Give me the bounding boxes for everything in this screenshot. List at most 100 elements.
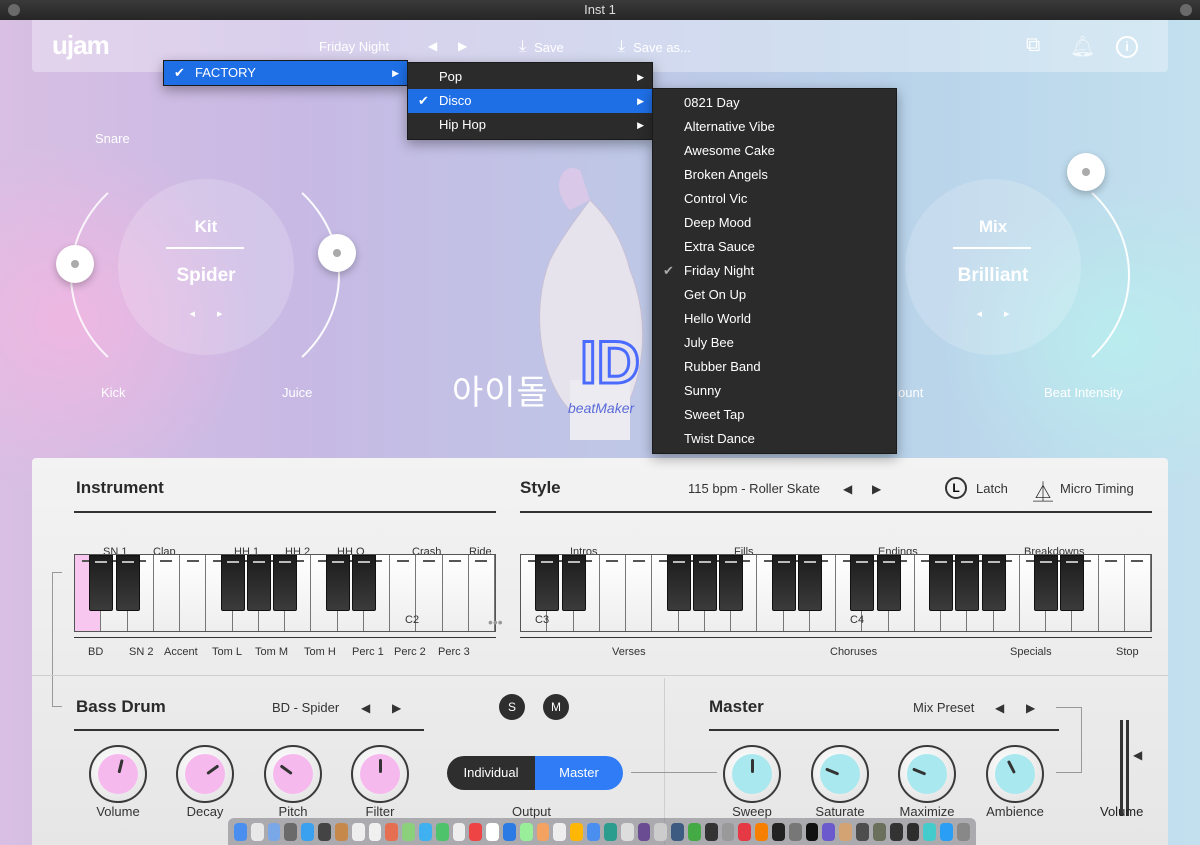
black-key[interactable]: [981, 555, 1006, 611]
dock-app-icon[interactable]: [788, 822, 802, 841]
dock-app-icon[interactable]: [839, 822, 853, 841]
menu-item-preset[interactable]: Sunny: [653, 379, 896, 403]
menu-item-preset[interactable]: Awesome Cake: [653, 139, 896, 163]
menu-item-factory[interactable]: ✔ FACTORY ▶: [164, 61, 407, 85]
style-next-icon[interactable]: ▶: [872, 482, 881, 496]
menu-item-genre[interactable]: Hip Hop ▶: [408, 113, 652, 137]
menu-item-preset[interactable]: 0821 Day: [653, 91, 896, 115]
dock-app-icon[interactable]: [940, 822, 953, 841]
latch-icon[interactable]: L: [945, 477, 967, 499]
knob-sweep[interactable]: [723, 745, 781, 803]
knob-volume[interactable]: [89, 745, 147, 803]
black-key[interactable]: [535, 555, 560, 611]
white-key[interactable]: [153, 555, 180, 631]
black-key[interactable]: [561, 555, 586, 611]
white-key[interactable]: [626, 555, 653, 631]
mix-preset-label[interactable]: Mix Preset: [913, 700, 974, 715]
output-toggle[interactable]: Individual Master: [447, 756, 623, 790]
beat-intensity-knob[interactable]: [1067, 153, 1105, 191]
dock-app-icon[interactable]: [654, 822, 668, 841]
menu-item-preset[interactable]: Deep Mood: [653, 211, 896, 235]
dock-app-icon[interactable]: [956, 822, 970, 841]
black-key[interactable]: [955, 555, 980, 611]
resize-icon[interactable]: ⧉: [1026, 34, 1040, 57]
black-key[interactable]: [1060, 555, 1085, 611]
dock-app-icon[interactable]: [906, 822, 920, 841]
dock-app-icon[interactable]: [687, 822, 701, 841]
menu-item-preset[interactable]: Twist Dance: [653, 427, 896, 451]
dock-app-icon[interactable]: [402, 822, 415, 841]
dock-app-icon[interactable]: [637, 822, 651, 841]
dock-app-icon[interactable]: [587, 822, 600, 841]
window-close-dot[interactable]: [8, 4, 20, 16]
black-key[interactable]: [797, 555, 822, 611]
metronome-icon[interactable]: ⏅: [1033, 476, 1053, 505]
menu-item-genre[interactable]: Pop ▶: [408, 65, 652, 89]
dock-app-icon[interactable]: [603, 822, 617, 841]
dock-app-icon[interactable]: [721, 822, 735, 841]
black-key[interactable]: [666, 555, 691, 611]
dock-app-icon[interactable]: [805, 822, 819, 841]
dock-app-icon[interactable]: [351, 822, 365, 841]
menu-item-preset[interactable]: Control Vic: [653, 187, 896, 211]
knob-maximize[interactable]: [898, 745, 956, 803]
bass-drum-preset[interactable]: BD - Spider: [272, 700, 339, 715]
knob-filter[interactable]: [351, 745, 409, 803]
dock-app-icon[interactable]: [872, 822, 886, 841]
genre-menu[interactable]: Pop ▶ ✔ Disco ▶ Hip Hop ▶: [407, 62, 653, 140]
dock-app-icon[interactable]: [822, 822, 836, 841]
dock-app-icon[interactable]: [755, 822, 768, 841]
volume-fader[interactable]: ◀: [1120, 720, 1142, 816]
style-prev-icon[interactable]: ◀: [843, 482, 852, 496]
knob-ambience[interactable]: [986, 745, 1044, 803]
black-key[interactable]: [850, 555, 875, 611]
latch-label[interactable]: Latch: [976, 481, 1008, 496]
mix-preset-next-icon[interactable]: ▶: [1026, 701, 1035, 715]
white-key[interactable]: [1124, 555, 1151, 631]
dock-app-icon[interactable]: [738, 822, 752, 841]
menu-item-preset[interactable]: Broken Angels: [653, 163, 896, 187]
dock-app-icon[interactable]: [301, 822, 315, 841]
knob-decay[interactable]: [176, 745, 234, 803]
black-key[interactable]: [876, 555, 901, 611]
dock-app-icon[interactable]: [536, 822, 550, 841]
preset-name[interactable]: Friday Night: [319, 39, 389, 54]
black-key[interactable]: [1034, 555, 1058, 611]
info-icon[interactable]: i: [1116, 36, 1138, 58]
dock-app-icon[interactable]: [334, 822, 348, 841]
dock-app-icon[interactable]: [553, 822, 567, 841]
black-key[interactable]: [220, 555, 245, 611]
macos-dock[interactable]: [228, 818, 976, 845]
kick-knob[interactable]: [56, 245, 94, 283]
factory-menu[interactable]: ✔ FACTORY ▶: [163, 60, 408, 86]
menu-item-preset[interactable]: ✔ Friday Night: [653, 259, 896, 283]
menu-item-genre[interactable]: ✔ Disco ▶: [408, 89, 652, 113]
dock-app-icon[interactable]: [435, 822, 449, 841]
dock-app-icon[interactable]: [250, 822, 264, 841]
save-as-button[interactable]: ⤓ Save as...: [618, 38, 691, 56]
white-key[interactable]: [1098, 555, 1125, 631]
white-key[interactable]: [442, 555, 469, 631]
dock-app-icon[interactable]: [318, 822, 331, 841]
white-key[interactable]: [416, 555, 443, 631]
juice-knob[interactable]: [318, 234, 356, 272]
dock-app-icon[interactable]: [234, 822, 247, 841]
black-key[interactable]: [719, 555, 743, 611]
bd-preset-prev-icon[interactable]: ◀: [361, 701, 370, 715]
dock-app-icon[interactable]: [889, 822, 903, 841]
mix-selector[interactable]: Mix Brilliant ◂▸: [905, 179, 1081, 355]
preset-prev-icon[interactable]: ◀: [428, 39, 437, 53]
dock-app-icon[interactable]: [923, 822, 937, 841]
dock-app-icon[interactable]: [570, 822, 584, 841]
dock-app-icon[interactable]: [620, 822, 634, 841]
style-keyboard[interactable]: [520, 554, 1152, 632]
menu-item-preset[interactable]: Sweet Tap: [653, 403, 896, 427]
mix-preset-prev-icon[interactable]: ◀: [995, 701, 1004, 715]
dock-app-icon[interactable]: [671, 822, 684, 841]
kit-nav-arrows[interactable]: ◂▸: [118, 307, 294, 320]
menu-item-preset[interactable]: Get On Up: [653, 283, 896, 307]
dock-app-icon[interactable]: [704, 822, 718, 841]
black-key[interactable]: [246, 555, 271, 611]
window-control-dot[interactable]: [1180, 4, 1192, 16]
style-preset[interactable]: 115 bpm - Roller Skate: [688, 481, 820, 496]
